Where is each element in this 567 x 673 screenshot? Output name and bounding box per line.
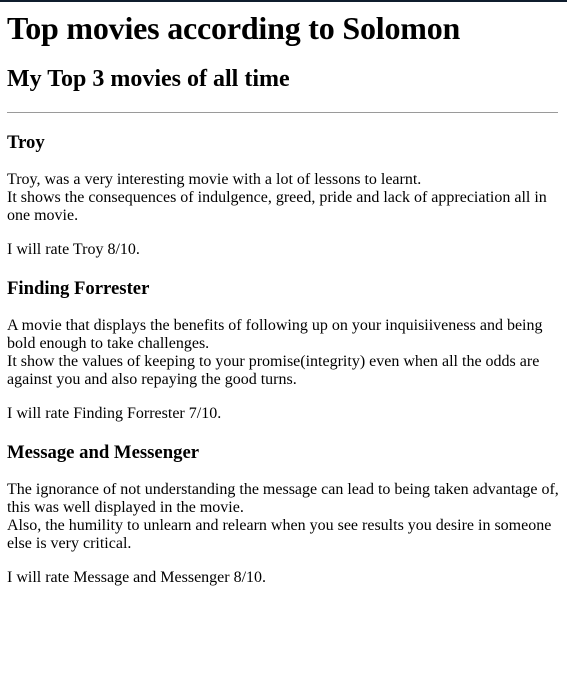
page-title: Top movies according to Solomon xyxy=(7,10,461,46)
description-line: Also, the humility to unlearn and relear… xyxy=(7,517,552,552)
description-line: It shows the consequences of indulgence,… xyxy=(7,189,547,224)
movie-rating: I will rate Message and Messenger 8/10. xyxy=(7,569,267,586)
page-content: Top movies according to Solomon My Top 3… xyxy=(0,10,567,587)
movie-title: Troy xyxy=(7,132,45,153)
movie-title: Finding Forrester xyxy=(7,278,150,299)
movie-section-finding-forrester: Finding Forrester A movie that displays … xyxy=(7,278,560,423)
movie-rating: I will rate Finding Forrester 7/10. xyxy=(7,405,222,422)
movie-title: Message and Messenger xyxy=(7,442,200,463)
page-subtitle: My Top 3 movies of all time xyxy=(7,66,290,92)
movie-description: The ignorance of not understanding the m… xyxy=(7,481,560,553)
movie-rating: I will rate Troy 8/10. xyxy=(7,241,140,258)
divider xyxy=(7,112,558,113)
movie-section-troy: Troy Troy, was a very interesting movie … xyxy=(7,132,560,259)
movie-description: Troy, was a very interesting movie with … xyxy=(7,171,560,225)
movie-section-message-and-messenger: Message and Messenger The ignorance of n… xyxy=(7,442,560,587)
description-line: Troy, was a very interesting movie with … xyxy=(7,171,422,188)
movie-description: A movie that displays the benefits of fo… xyxy=(7,317,560,389)
description-line: The ignorance of not understanding the m… xyxy=(7,481,559,516)
description-line: It show the values of keeping to your pr… xyxy=(7,353,540,388)
description-line: A movie that displays the benefits of fo… xyxy=(7,317,543,352)
